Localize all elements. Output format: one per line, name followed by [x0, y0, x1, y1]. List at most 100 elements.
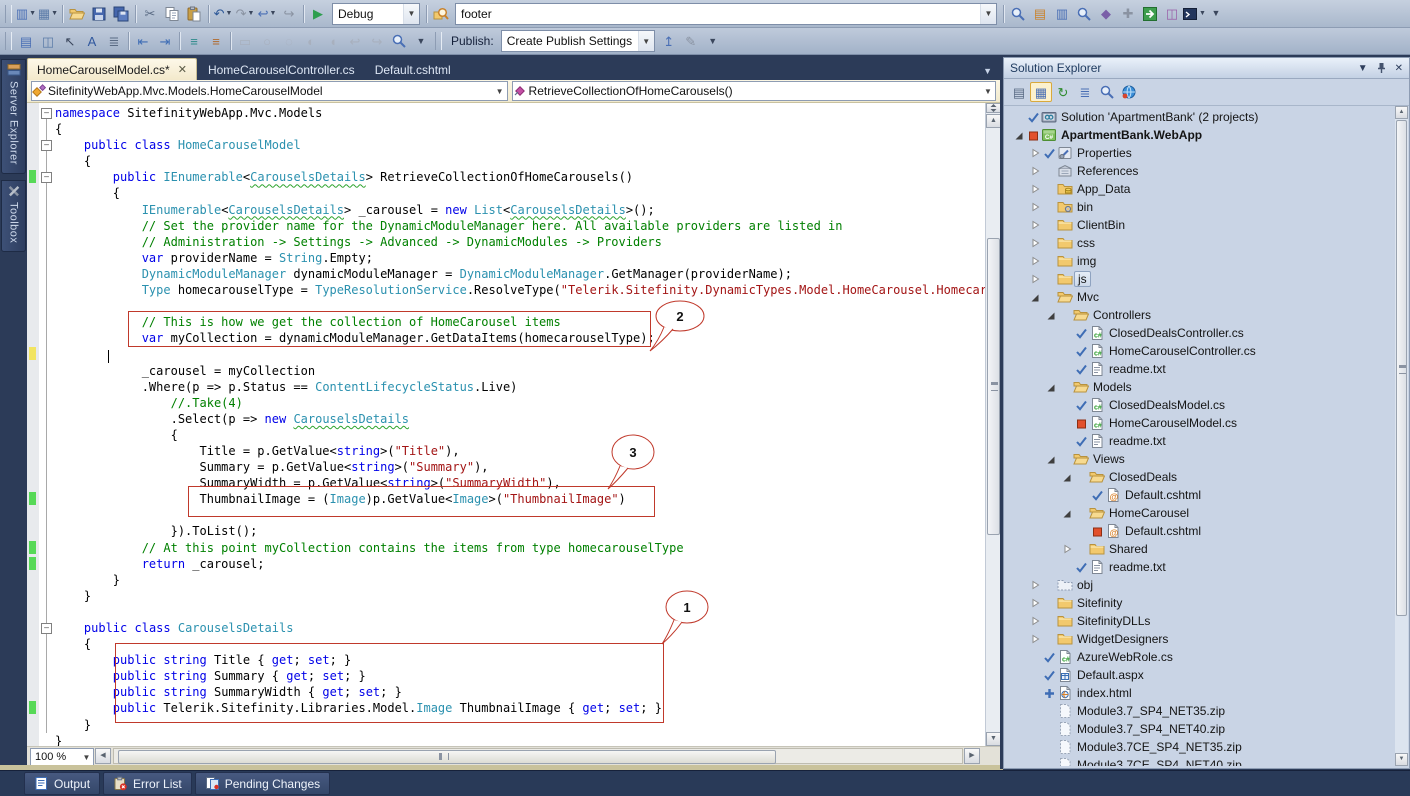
- font-size-button[interactable]: A: [81, 30, 103, 52]
- tree-item-views[interactable]: Views: [1004, 450, 1395, 468]
- code-line[interactable]: return _carousel;: [27, 556, 985, 572]
- document-outline-button[interactable]: ≣: [103, 30, 125, 52]
- paste-button[interactable]: [183, 3, 205, 25]
- tree-expanded-icon[interactable]: [1044, 381, 1058, 393]
- view-code-button[interactable]: ≣: [1074, 82, 1096, 102]
- code-line[interactable]: Summary = p.GetValue<string>("Summary"),: [27, 459, 985, 475]
- code-line[interactable]: {: [27, 121, 985, 137]
- scroll-up-icon[interactable]: ▲: [986, 114, 1001, 128]
- tree-item-clientbin[interactable]: ClientBin: [1004, 216, 1395, 234]
- tree-item-homecarouselmodel-cs[interactable]: c#HomeCarouselModel.cs: [1004, 414, 1395, 432]
- tree-collapsed-icon[interactable]: [1028, 597, 1042, 609]
- tree-item-bin[interactable]: bin: [1004, 198, 1395, 216]
- tree-item-properties[interactable]: Properties: [1004, 144, 1395, 162]
- code-line[interactable]: .Select(p => new CarouselsDetails: [27, 411, 985, 427]
- tree-collapsed-icon[interactable]: [1028, 165, 1042, 177]
- tree-item-js[interactable]: js: [1004, 270, 1395, 288]
- new-project-button[interactable]: ▥▼: [15, 3, 37, 25]
- tree-item-apartmentbank-webapp[interactable]: C#ApartmentBank.WebApp: [1004, 126, 1395, 144]
- solution-explorer-titlebar[interactable]: Solution Explorer ▼ ✕: [1004, 58, 1409, 79]
- toolbar-grip[interactable]: [5, 32, 12, 50]
- select-pointer-button[interactable]: ↖: [59, 30, 81, 52]
- code-line[interactable]: {: [27, 427, 985, 443]
- type-dropdown[interactable]: SitefinityWebApp.Mvc.Models.HomeCarousel…: [31, 81, 508, 101]
- tree-item-sitefinity[interactable]: Sitefinity: [1004, 594, 1395, 612]
- save-all-button[interactable]: [110, 3, 132, 25]
- scroll-down-icon[interactable]: ▼: [986, 732, 1001, 746]
- immediate-window-button[interactable]: ◫: [1161, 3, 1183, 25]
- tree-collapsed-icon[interactable]: [1060, 543, 1074, 555]
- tree-item-readme-txt[interactable]: readme.txt: [1004, 360, 1395, 378]
- close-icon[interactable]: ✕: [1395, 63, 1403, 74]
- outline-collapse-icon[interactable]: –: [41, 623, 52, 634]
- navigate-backward-button[interactable]: ↩▼: [256, 3, 278, 25]
- pending-changes-button[interactable]: Pending Changes: [195, 772, 330, 795]
- tree-item-module3-7ce-sp4-net40-zip[interactable]: Module3.7CE_SP4_NET40.zip: [1004, 756, 1395, 766]
- toolbar-options-button[interactable]: ▼: [410, 30, 432, 52]
- tree-expanded-icon[interactable]: [1044, 309, 1058, 321]
- uncomment-lines-button[interactable]: ≡: [205, 30, 227, 52]
- code-line[interactable]: Type homecarouselType = TypeResolutionSe…: [27, 282, 985, 298]
- tree-collapsed-icon[interactable]: [1028, 273, 1042, 285]
- tree-item-homecarousel[interactable]: HomeCarousel: [1004, 504, 1395, 522]
- code-line[interactable]: }: [27, 588, 985, 604]
- code-line[interactable]: }: [27, 733, 985, 746]
- save-button[interactable]: [88, 3, 110, 25]
- tree-item-closeddealsmodel-cs[interactable]: c#ClosedDealsModel.cs: [1004, 396, 1395, 414]
- tree-collapsed-icon[interactable]: [1028, 255, 1042, 267]
- scrollbar-thumb[interactable]: [987, 238, 1000, 535]
- code-line[interactable]: Title = p.GetValue<string>("Title"),: [27, 443, 985, 459]
- window-position-icon[interactable]: ▼: [1358, 63, 1368, 74]
- tree-item-default-cshtml[interactable]: @Default.cshtml: [1004, 522, 1395, 540]
- scroll-up-icon[interactable]: ▲: [1395, 106, 1408, 119]
- tree-collapsed-icon[interactable]: [1028, 615, 1042, 627]
- add-item-button[interactable]: ▦▼: [37, 3, 59, 25]
- tree-item-readme-txt[interactable]: readme.txt: [1004, 558, 1395, 576]
- tree-collapsed-icon[interactable]: [1028, 147, 1042, 159]
- toolbar-grip[interactable]: [435, 32, 442, 50]
- tree-collapsed-icon[interactable]: [1028, 237, 1042, 249]
- tree-item-obj[interactable]: obj: [1004, 576, 1395, 594]
- tree-item-sitefinitydlls[interactable]: SitefinityDLLs: [1004, 612, 1395, 630]
- tree-expanded-icon[interactable]: [1028, 291, 1042, 303]
- open-file-button[interactable]: [66, 3, 88, 25]
- scroll-right-icon[interactable]: ▶: [964, 748, 980, 764]
- code-line[interactable]: // At this point myCollection contains t…: [27, 540, 985, 556]
- chevron-down-icon[interactable]: ▼: [225, 10, 232, 17]
- chevron-down-icon[interactable]: ▼: [51, 10, 58, 17]
- tree-expanded-icon[interactable]: [1012, 129, 1026, 141]
- code-line[interactable]: var providerName = String.Empty;: [27, 250, 985, 266]
- show-all-files-button[interactable]: ▦: [1030, 82, 1052, 102]
- tree-vertical-scrollbar[interactable]: ▲ ▼: [1395, 106, 1408, 766]
- tree-collapsed-icon[interactable]: [1028, 579, 1042, 591]
- indent-decrease-button[interactable]: ⇤: [132, 30, 154, 52]
- properties-window-button[interactable]: ▤: [1029, 3, 1051, 25]
- tree-collapsed-icon[interactable]: [1028, 183, 1042, 195]
- tree-collapsed-icon[interactable]: [1028, 219, 1042, 231]
- code-line[interactable]: – public IEnumerable<CarouselsDetails> R…: [27, 169, 985, 185]
- toolbar-options-button[interactable]: ▼: [1205, 3, 1227, 25]
- tree-item-index-html[interactable]: index.html: [1004, 684, 1395, 702]
- solution-tree[interactable]: Solution 'ApartmentBank' (2 projects)C#A…: [1004, 106, 1395, 766]
- publish-profile-combo[interactable]: Create Publish Settings▼: [501, 30, 655, 52]
- scroll-left-icon[interactable]: ◀: [95, 748, 111, 764]
- properties-pages-button[interactable]: ▤: [1008, 82, 1030, 102]
- tab-homecarouselmodel[interactable]: HomeCarouselModel.cs* ✕: [27, 58, 197, 80]
- toolbar-options-button[interactable]: ▼: [702, 30, 724, 52]
- tree-collapsed-icon[interactable]: [1028, 201, 1042, 213]
- tree-item-solution-apartmentbank-2-projects[interactable]: Solution 'ApartmentBank' (2 projects): [1004, 108, 1395, 126]
- tree-item-widgetdesigners[interactable]: WidgetDesigners: [1004, 630, 1395, 648]
- code-editor[interactable]: –namespace SitefinityWebApp.Mvc.Models{–…: [27, 103, 985, 746]
- toolbox-button[interactable]: ✚: [1117, 3, 1139, 25]
- code-line[interactable]: –namespace SitefinityWebApp.Mvc.Models: [27, 105, 985, 121]
- view-in-browser-button[interactable]: [1118, 82, 1140, 102]
- search-combo[interactable]: footer▼: [455, 3, 997, 25]
- sidebar-tab-toolbox[interactable]: Toolbox: [1, 180, 26, 252]
- comment-lines-button[interactable]: ≡: [183, 30, 205, 52]
- chevron-down-icon[interactable]: ▼: [493, 87, 507, 96]
- tree-item-azurewebrole-cs[interactable]: c#AzureWebRole.cs: [1004, 648, 1395, 666]
- scrollbar-thumb[interactable]: [118, 750, 776, 764]
- zoom-dropdown[interactable]: 100 % ▼: [30, 748, 94, 766]
- debug-configuration-combo[interactable]: Debug▼: [332, 3, 420, 25]
- code-line[interactable]: [27, 604, 985, 620]
